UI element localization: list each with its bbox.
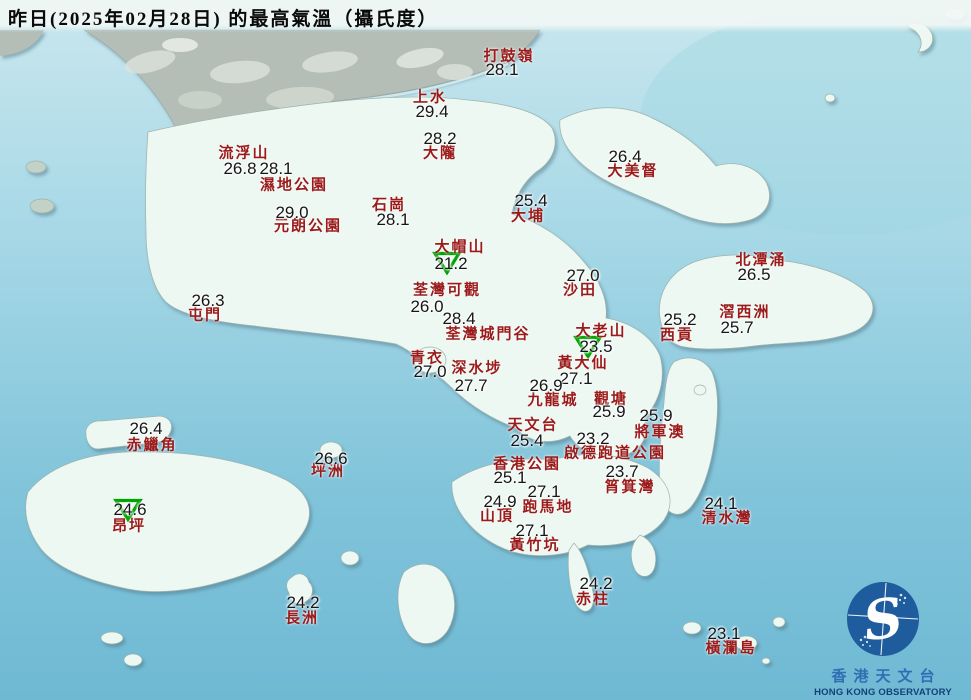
- station-value: 25.2: [663, 310, 697, 329]
- station-value: 24.2: [286, 593, 320, 612]
- station-value: 27.1: [515, 521, 549, 540]
- station-value: 25.7: [720, 318, 754, 337]
- station-value: 25.4: [510, 431, 544, 450]
- station-value: 28.2: [423, 129, 457, 148]
- station-value: 23.1: [707, 624, 741, 643]
- station-value: 23.7: [605, 462, 639, 481]
- station-value: 24.2: [579, 574, 613, 593]
- station-value: 26.9: [529, 376, 563, 395]
- station-value: 27.1: [559, 369, 593, 388]
- station-value: 26.4: [608, 147, 642, 166]
- station-value: 28.4: [442, 309, 476, 328]
- station-value: 23.5: [579, 337, 613, 356]
- title-bar: 昨日(2025年02月28日) 的最高氣溫（攝氏度）: [0, 0, 971, 32]
- station-value: 24.1: [704, 494, 738, 513]
- station-name: 深水埗: [451, 360, 503, 377]
- logo-title-english: HONG KONG OBSERVATORY: [814, 687, 952, 698]
- station-value: 26.3: [191, 291, 225, 310]
- station-value: 26.6: [314, 449, 348, 468]
- station-value: 28.1: [485, 60, 519, 79]
- hko-emblem-icon: S: [847, 582, 919, 656]
- page-title: 昨日(2025年02月28日) 的最高氣溫（攝氏度）: [8, 9, 439, 30]
- station-value: 28.1: [376, 210, 410, 229]
- station-value: 29.0: [275, 203, 309, 222]
- station-value: 24.9: [483, 492, 517, 511]
- station-value: 25.1: [493, 468, 527, 487]
- station-value: 27.1: [527, 482, 561, 501]
- station-value: 27.0: [566, 266, 600, 285]
- station-value: 26.5: [737, 265, 771, 284]
- station-value: 27.7: [454, 376, 488, 395]
- station-value: 26.4: [129, 419, 163, 438]
- station-value: 24.6: [113, 500, 147, 519]
- station-value: 23.2: [576, 429, 610, 448]
- station-value: 21.2: [434, 254, 468, 273]
- hko-max-temperature-map: 昨日(2025年02月28日) 的最高氣溫（攝氏度） 打鼓嶺 28.1 上水 29.4…: [0, 0, 971, 700]
- station-value: 28.1: [259, 159, 293, 178]
- station-value: 25.4: [514, 191, 548, 210]
- station-value: 26.8: [223, 159, 257, 178]
- station-value: 29.4: [415, 102, 449, 121]
- station-value: 26.0: [410, 297, 444, 316]
- logo-title-chinese: 香港天文台: [831, 669, 942, 685]
- station-value: 25.9: [592, 402, 626, 421]
- hko-logo: S 香港天文台 HONG KONG OBSERVATORY: [799, 581, 967, 698]
- station-value: 25.9: [639, 406, 673, 425]
- station-value: 27.0: [413, 362, 447, 381]
